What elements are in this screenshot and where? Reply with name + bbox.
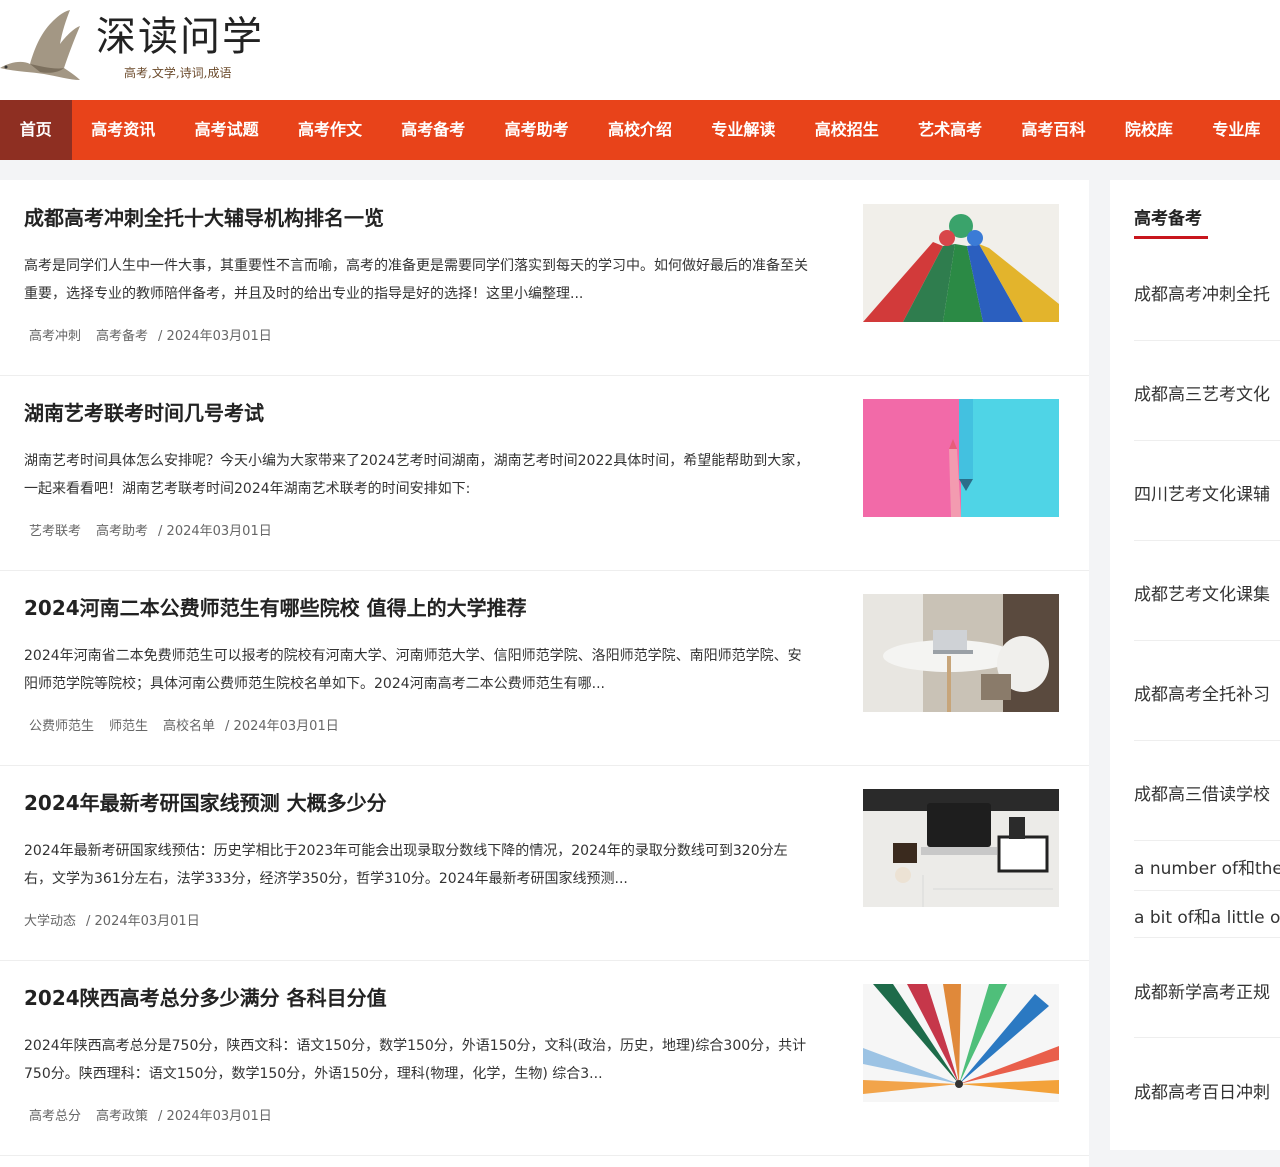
article-title[interactable]: 湖南艺考联考时间几号考试 xyxy=(24,397,264,426)
nav-item-exams[interactable]: 高考试题 xyxy=(175,100,278,160)
site-title[interactable]: 深读问学 xyxy=(96,12,264,62)
article-date: / 2024年03月01日 xyxy=(158,524,272,539)
article-title[interactable]: 2024陕西高考总分多少满分 各科目分值 xyxy=(24,982,387,1011)
article-meta: 艺考联考 高考助考 / 2024年03月01日 xyxy=(24,520,272,539)
nav-item-majors[interactable]: 专业解读 xyxy=(692,100,795,160)
article-excerpt: 湖南艺考时间具体怎么安排呢？今天小编为大家带来了2024艺考时间湖南，湖南艺考时… xyxy=(24,453,810,497)
nav-item-wiki[interactable]: 高考百科 xyxy=(1002,100,1105,160)
divider xyxy=(1134,540,1280,541)
nav-item-prep[interactable]: 高考备考 xyxy=(382,100,485,160)
article-list: 成都高考冲刺全托十大辅导机构排名一览 高考是同学们人生中一件大事，其重要性不言而… xyxy=(0,180,1089,1167)
sidebar-link[interactable]: 成都高考百日冲刺 xyxy=(1134,1078,1280,1103)
nav-item-assist[interactable]: 高考助考 xyxy=(485,100,588,160)
sidebar-title: 高考备考 xyxy=(1134,209,1202,229)
sidebar-link[interactable]: a number of和the xyxy=(1134,854,1280,879)
divider xyxy=(1134,340,1280,341)
article-date: / 2024年03月01日 xyxy=(225,719,339,734)
article-tag[interactable]: 高校名单 xyxy=(163,715,215,734)
article-meta: 公费师范生 师范生 高校名单 / 2024年03月01日 xyxy=(24,715,339,734)
sidebar: 高考备考 成都高考冲刺全托 成都高三艺考文化 四川艺考文化课辅 成都艺考文化课集… xyxy=(1110,180,1280,1150)
logo-goose-icon[interactable] xyxy=(0,10,90,85)
nav-item-home[interactable]: 首页 xyxy=(0,100,72,160)
article-tag[interactable]: 公费师范生 xyxy=(29,715,94,734)
article-item: 2024河南二本公费师范生有哪些院校 值得上的大学推荐 2024年河南省二本免费… xyxy=(0,570,1089,766)
main-nav: 首页 高考资讯 高考试题 高考作文 高考备考 高考助考 高校介绍 专业解读 高校… xyxy=(0,100,1280,160)
article-date: / 2024年03月01日 xyxy=(86,914,200,929)
article-title[interactable]: 2024年最新考研国家线预测 大概多少分 xyxy=(24,787,387,816)
nav-item-admissions[interactable]: 高校招生 xyxy=(795,100,898,160)
sidebar-link[interactable]: a bit of和a little o xyxy=(1134,903,1280,928)
article-thumbnail[interactable] xyxy=(863,984,1059,1102)
nav-item-arts[interactable]: 艺术高考 xyxy=(898,100,1001,160)
sidebar-link[interactable]: 成都高三借读学校 xyxy=(1134,780,1280,805)
site-subtitle: 高考,文学,诗词,成语 xyxy=(124,66,232,80)
nav-item-college-db[interactable]: 院校库 xyxy=(1105,100,1192,160)
divider xyxy=(1134,640,1280,641)
divider xyxy=(1134,840,1280,841)
article-meta: 高考总分 高考政策 / 2024年03月01日 xyxy=(24,1105,272,1124)
article-item: 2024年最新考研国家线预测 大概多少分 2024年最新考研国家线预估：历史学相… xyxy=(0,765,1089,961)
article-item: 湖南艺考联考时间几号考试 湖南艺考时间具体怎么安排呢？今天小编为大家带来了202… xyxy=(0,375,1089,571)
nav-item-news[interactable]: 高考资讯 xyxy=(72,100,175,160)
divider xyxy=(1134,440,1280,441)
article-thumbnail[interactable] xyxy=(863,594,1059,712)
article-excerpt: 2024年陕西高考总分是750分，陕西文科：语文150分，数学150分，外语15… xyxy=(24,1038,807,1082)
article-item: 2024陕西高考总分多少满分 各科目分值 2024年陕西高考总分是750分，陕西… xyxy=(0,960,1089,1156)
article-excerpt: 2024年最新考研国家线预估：历史学相比于2023年可能会出现录取分数线下降的情… xyxy=(24,843,788,887)
divider xyxy=(1134,1037,1280,1038)
sidebar-link[interactable]: 成都艺考文化课集 xyxy=(1134,580,1280,605)
article-thumbnail[interactable] xyxy=(863,399,1059,517)
article-tag[interactable]: 高考总分 xyxy=(29,1105,81,1124)
site-header: 深读问学 高考,文学,诗词,成语 xyxy=(0,0,1280,100)
article-excerpt: 2024年河南省二本免费师范生可以报考的院校有河南大学、河南师范大学、信阳师范学… xyxy=(24,648,802,692)
article-tag[interactable]: 高考备考 xyxy=(96,325,148,344)
article-tag[interactable]: 艺考联考 xyxy=(29,520,81,539)
article-thumbnail[interactable] xyxy=(863,789,1059,907)
divider xyxy=(1134,937,1280,938)
article-tag[interactable]: 师范生 xyxy=(109,715,148,734)
sidebar-title-underline xyxy=(1134,236,1208,239)
divider xyxy=(1134,740,1280,741)
sidebar-link[interactable]: 成都新学高考正规 xyxy=(1134,978,1280,1003)
article-title[interactable]: 2024河南二本公费师范生有哪些院校 值得上的大学推荐 xyxy=(24,592,527,621)
article-tag[interactable]: 高考冲刺 xyxy=(29,325,81,344)
sidebar-link[interactable]: 四川艺考文化课辅 xyxy=(1134,480,1280,505)
sidebar-link[interactable]: 成都高考全托补习 xyxy=(1134,680,1280,705)
sidebar-link[interactable]: 成都高三艺考文化 xyxy=(1134,380,1280,405)
nav-item-major-db[interactable]: 专业库 xyxy=(1193,100,1280,160)
article-meta: 大学动态 / 2024年03月01日 xyxy=(24,910,200,929)
article-tag[interactable]: 高考助考 xyxy=(96,520,148,539)
article-date: / 2024年03月01日 xyxy=(158,1109,272,1124)
divider xyxy=(1134,890,1280,891)
article-meta: 高考冲刺 高考备考 / 2024年03月01日 xyxy=(24,325,272,344)
article-tag[interactable]: 高考政策 xyxy=(96,1105,148,1124)
article-tag[interactable]: 大学动态 xyxy=(24,910,76,929)
nav-item-colleges[interactable]: 高校介绍 xyxy=(588,100,691,160)
article-item: 成都高考冲刺全托十大辅导机构排名一览 高考是同学们人生中一件大事，其重要性不言而… xyxy=(0,180,1089,376)
sidebar-link[interactable]: 成都高考冲刺全托 xyxy=(1134,280,1280,305)
nav-item-essays[interactable]: 高考作文 xyxy=(278,100,381,160)
article-date: / 2024年03月01日 xyxy=(158,329,272,344)
article-title[interactable]: 成都高考冲刺全托十大辅导机构排名一览 xyxy=(24,202,384,231)
article-thumbnail[interactable] xyxy=(863,204,1059,322)
article-excerpt: 高考是同学们人生中一件大事，其重要性不言而喻，高考的准备更是需要同学们落实到每天… xyxy=(24,258,808,302)
